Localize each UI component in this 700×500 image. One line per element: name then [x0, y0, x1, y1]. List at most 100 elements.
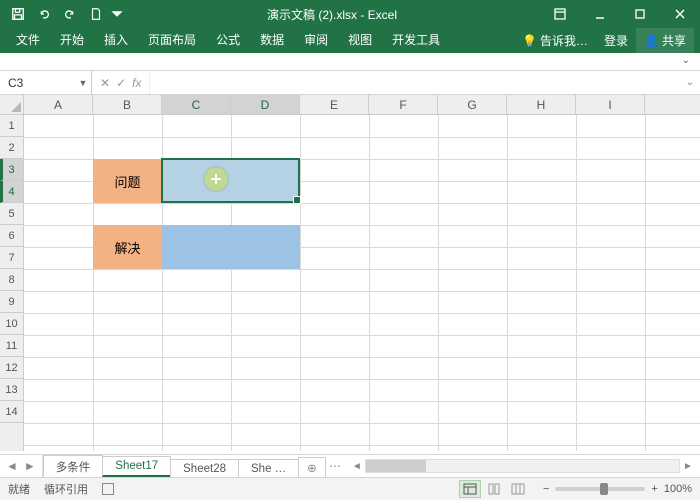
- macro-record-icon[interactable]: [102, 483, 114, 495]
- sheet-prev-icon[interactable]: ◄: [6, 459, 18, 473]
- col-F[interactable]: F: [369, 95, 438, 114]
- new-file-icon[interactable]: [84, 2, 108, 26]
- row-2[interactable]: 2: [0, 137, 23, 159]
- tell-me[interactable]: 💡告诉我…: [514, 28, 596, 53]
- tab-view[interactable]: 视图: [338, 27, 382, 53]
- cell-B3-B4-merged[interactable]: 问题: [93, 159, 162, 203]
- row-13[interactable]: 13: [0, 379, 23, 401]
- qat-dropdown-icon[interactable]: [110, 2, 124, 26]
- row-5[interactable]: 5: [0, 203, 23, 225]
- row-9[interactable]: 9: [0, 291, 23, 313]
- row-7[interactable]: 7: [0, 247, 23, 269]
- spreadsheet-grid: A B C D E F G H I 1 2 3 4 5 6 7 8 9 10 1…: [0, 95, 700, 451]
- ribbon-options-icon[interactable]: [540, 0, 580, 28]
- normal-view-icon[interactable]: [459, 480, 481, 498]
- column-headers: A B C D E F G H I: [0, 95, 700, 115]
- page-layout-view-icon[interactable]: [483, 480, 505, 498]
- expand-formula-bar-icon[interactable]: ⌄: [680, 77, 700, 88]
- hscroll-left-icon[interactable]: ◄: [349, 461, 365, 472]
- zoom-control: − + 100%: [543, 483, 692, 495]
- quick-access-toolbar: [0, 2, 124, 26]
- zoom-knob[interactable]: [600, 483, 608, 495]
- cell-C6-D7-merged[interactable]: [162, 225, 300, 269]
- sheet-tab-0[interactable]: 多条件: [43, 455, 104, 478]
- cell-C3-D4-merged[interactable]: [162, 159, 300, 203]
- col-G[interactable]: G: [438, 95, 507, 114]
- sheet-overflow-icon[interactable]: ⋯: [325, 455, 345, 477]
- sheet-nav: ◄ ►: [0, 455, 43, 477]
- row-10[interactable]: 10: [0, 313, 23, 335]
- row-14[interactable]: 14: [0, 401, 23, 423]
- hscroll-thumb[interactable]: [366, 460, 426, 472]
- sheet-tab-bar: ◄ ► 多条件 Sheet17 Sheet28 She … ⊕ ⋯ ◄ ►: [0, 454, 700, 477]
- sheet-next-icon[interactable]: ►: [24, 459, 36, 473]
- maximize-icon[interactable]: [620, 0, 660, 28]
- tab-file[interactable]: 文件: [6, 27, 50, 53]
- redo-icon[interactable]: [58, 2, 82, 26]
- name-box-dropdown-icon[interactable]: ▼: [75, 78, 91, 88]
- cancel-formula-icon[interactable]: ✕: [100, 76, 110, 90]
- row-6[interactable]: 6: [0, 225, 23, 247]
- col-H[interactable]: H: [507, 95, 576, 114]
- hscroll-track[interactable]: [365, 459, 680, 473]
- enter-formula-icon[interactable]: ✓: [116, 76, 126, 90]
- hscroll-right-icon[interactable]: ►: [680, 461, 696, 472]
- row-12[interactable]: 12: [0, 357, 23, 379]
- col-B[interactable]: B: [93, 95, 162, 114]
- tab-formulas[interactable]: 公式: [206, 27, 250, 53]
- fx-icon[interactable]: fx: [132, 76, 141, 90]
- cell-area[interactable]: 问题 解决: [24, 115, 700, 451]
- row-1[interactable]: 1: [0, 115, 23, 137]
- page-break-view-icon[interactable]: [507, 480, 529, 498]
- horizontal-scrollbar[interactable]: ◄ ►: [345, 455, 700, 477]
- name-box[interactable]: C3: [0, 76, 75, 90]
- sheet-tabs: 多条件 Sheet17 Sheet28 She … ⊕: [43, 455, 325, 477]
- row-8[interactable]: 8: [0, 269, 23, 291]
- title-bar: 演示文稿 (2).xlsx - Excel: [0, 0, 700, 28]
- save-icon[interactable]: [6, 2, 30, 26]
- ribbon-tabs: 文件 开始 插入 页面布局 公式 数据 审阅 视图 开发工具 💡告诉我… 登录 …: [0, 28, 700, 53]
- window-controls: [540, 0, 700, 28]
- close-icon[interactable]: [660, 0, 700, 28]
- tab-data[interactable]: 数据: [250, 27, 294, 53]
- row-11[interactable]: 11: [0, 335, 23, 357]
- tab-insert[interactable]: 插入: [94, 27, 138, 53]
- sheet-tab-1[interactable]: Sheet17: [102, 456, 171, 477]
- zoom-out-icon[interactable]: −: [543, 483, 549, 495]
- zoom-slider[interactable]: [555, 487, 645, 491]
- formula-input[interactable]: [150, 71, 680, 94]
- sheet-add-button[interactable]: ⊕: [298, 457, 326, 478]
- formula-buttons: ✕ ✓ fx: [92, 71, 150, 94]
- signin-button[interactable]: 登录: [596, 28, 636, 53]
- col-A[interactable]: A: [24, 95, 93, 114]
- row-4[interactable]: 4: [0, 181, 23, 203]
- cell-B6-B7-merged[interactable]: 解决: [93, 225, 162, 269]
- sheet-tab-2[interactable]: Sheet28: [170, 459, 239, 478]
- share-button[interactable]: 👤共享: [636, 28, 694, 53]
- tab-developer[interactable]: 开发工具: [382, 27, 450, 53]
- status-ready: 就绪: [8, 481, 30, 497]
- share-icon: 👤: [644, 34, 659, 48]
- name-box-wrap: C3 ▼: [0, 71, 92, 94]
- select-all-corner[interactable]: [0, 95, 24, 114]
- tab-pagelayout[interactable]: 页面布局: [138, 27, 206, 53]
- zoom-level[interactable]: 100%: [664, 483, 692, 495]
- minimize-icon[interactable]: [580, 0, 620, 28]
- tab-home[interactable]: 开始: [50, 27, 94, 53]
- tab-review[interactable]: 审阅: [294, 27, 338, 53]
- col-D[interactable]: D: [231, 95, 300, 114]
- view-buttons: [459, 480, 529, 498]
- col-E[interactable]: E: [300, 95, 369, 114]
- zoom-in-icon[interactable]: +: [651, 483, 657, 495]
- sheet-tab-3[interactable]: She …: [238, 459, 299, 478]
- lightbulb-icon: 💡: [522, 34, 537, 48]
- collapse-ribbon-icon[interactable]: ⌄: [682, 55, 690, 66]
- undo-icon[interactable]: [32, 2, 56, 26]
- col-C[interactable]: C: [162, 95, 231, 114]
- col-I[interactable]: I: [576, 95, 645, 114]
- row-3[interactable]: 3: [0, 159, 23, 181]
- status-bar: 就绪 循环引用 − + 100%: [0, 477, 700, 500]
- status-circular-ref: 循环引用: [44, 481, 88, 497]
- window-title: 演示文稿 (2).xlsx - Excel: [124, 6, 540, 23]
- formula-bar: C3 ▼ ✕ ✓ fx ⌄: [0, 71, 700, 95]
